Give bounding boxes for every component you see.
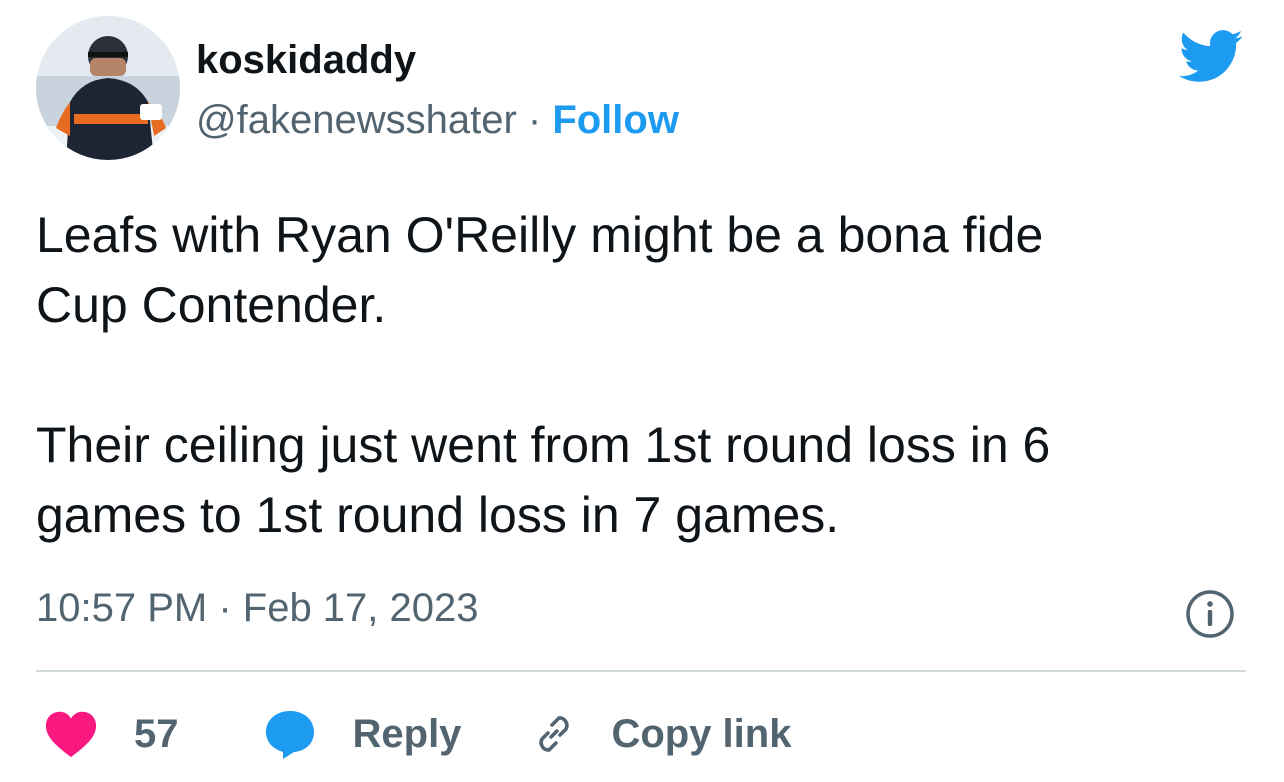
copy-link-label: Copy link [611, 711, 792, 756]
link-icon [539, 716, 570, 752]
reply-button[interactable]: Reply [263, 708, 462, 760]
author-display-name[interactable]: koskidaddy [196, 36, 416, 84]
speech-bubble-icon [265, 711, 314, 759]
like-button[interactable]: 57 [44, 710, 179, 758]
divider [36, 670, 1246, 672]
tweet-paragraph: Their ceiling just went from 1st round l… [36, 417, 1051, 543]
handle-separator: · [516, 98, 553, 142]
twitter-bird-icon[interactable] [1176, 28, 1244, 84]
avatar[interactable] [36, 16, 180, 160]
author-handle-row: @fakenewsshater · Follow [196, 96, 679, 144]
tweet-paragraph: Leafs with Ryan O'Reilly might be a bona… [36, 207, 1044, 333]
reply-label: Reply [352, 711, 462, 756]
author-handle[interactable]: @fakenewsshater [196, 98, 517, 142]
info-icon[interactable] [1184, 588, 1236, 640]
follow-button[interactable]: Follow [552, 98, 679, 142]
like-count: 57 [134, 711, 179, 756]
tweet-timestamp[interactable]: 10:57 PM · Feb 17, 2023 [36, 584, 479, 632]
heart-icon [45, 711, 97, 758]
tweet-text: Leafs with Ryan O'Reilly might be a bona… [36, 200, 1256, 550]
copy-link-button[interactable]: Copy link [531, 711, 791, 757]
action-bar: 57 Reply Copy link [44, 700, 791, 768]
